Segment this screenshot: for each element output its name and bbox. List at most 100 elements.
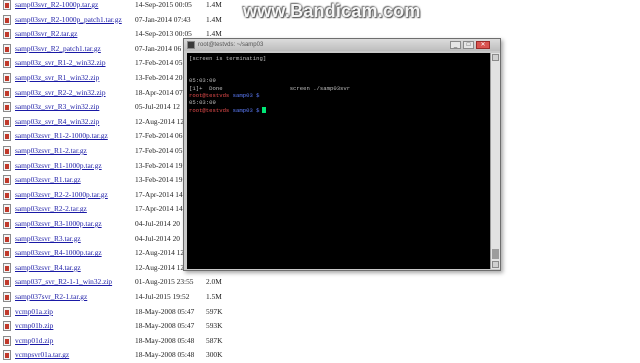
file-link[interactable]: samp03svr_R2-1000p_patch1.tar.gz: [15, 13, 122, 28]
file-link[interactable]: samp03svr_R2.tar.gz: [15, 27, 77, 42]
file-icon: [3, 306, 11, 317]
terminal-prompt: root@testvds samp03 $: [189, 92, 260, 99]
file-link[interactable]: vcmp01b.zip: [15, 319, 53, 334]
prompt-path: samp03 $: [229, 106, 260, 114]
file-size: 1.4M: [206, 0, 222, 9]
close-button[interactable]: ✕: [476, 41, 490, 49]
file-size: 2.0M: [206, 277, 222, 287]
file-icon: [3, 131, 11, 142]
file-size: 593K: [206, 321, 223, 331]
file-icon: [3, 102, 11, 113]
file-date: 12-Aug-2014 12: [135, 262, 185, 272]
file-link[interactable]: vcmp01d.zip: [15, 334, 53, 349]
file-icon: [3, 160, 11, 171]
file-icon: [3, 219, 11, 229]
terminal-prompt: root@testvds samp03 $: [189, 107, 260, 114]
file-link[interactable]: samp037_svr_R2-1-1_win32.zip: [15, 275, 112, 290]
terminal-titlebar[interactable]: root@testvds: ~/samp03 _ □ ✕: [184, 39, 500, 51]
file-link[interactable]: samp03zsvr_R1.tar.gz: [15, 173, 81, 188]
file-link[interactable]: samp03zsvr_R2-2.tar.gz: [15, 202, 87, 217]
file-row: vcmp01a.zip 18-May-2008 05:47 597K: [0, 305, 640, 320]
file-date: 04-Jul-2014 20: [135, 219, 180, 228]
file-icon: [3, 335, 11, 346]
minimize-button[interactable]: _: [450, 41, 461, 49]
file-date: 18-May-2008 05:47: [135, 321, 195, 331]
terminal-line: 05:03:09: [189, 99, 216, 107]
scrollbar-thumb[interactable]: [492, 249, 499, 259]
terminal-screen[interactable]: [screen is terminating] 05:03:09 [1]+ Done…: [187, 53, 490, 269]
file-link[interactable]: samp03zsvr_R3.tar.gz: [15, 232, 81, 247]
file-link[interactable]: samp03zsvr_R1-2.tar.gz: [15, 144, 87, 159]
file-link[interactable]: samp03zsvr_R3-1000p.tar.gz: [15, 217, 102, 232]
file-link[interactable]: samp03z_svr_R1-2_win32.zip: [15, 56, 106, 71]
file-link[interactable]: vcmp01a.zip: [15, 305, 53, 320]
terminal-icon: [187, 41, 195, 49]
file-date: 18-Apr-2014 07: [135, 87, 183, 97]
file-link[interactable]: samp03svr_R2_patch1.tar.gz: [15, 42, 101, 57]
file-date: 18-May-2008 05:48: [135, 335, 195, 345]
file-icon: [3, 204, 11, 215]
file-size: 1.4M: [206, 14, 222, 24]
scroll-down-arrow-icon[interactable]: [492, 261, 499, 268]
file-link[interactable]: samp03zsvr_R4-1000p.tar.gz: [15, 246, 102, 261]
file-date: 18-May-2008 05:47: [135, 306, 195, 316]
scroll-up-arrow-icon[interactable]: [492, 54, 499, 61]
file-icon: [3, 43, 11, 54]
terminal-line: root@testvds samp03 $: [189, 107, 488, 114]
file-link[interactable]: samp03zsvr_R2-2-1000p.tar.gz: [15, 188, 108, 203]
file-icon: [3, 248, 11, 259]
file-icon: [3, 233, 11, 244]
file-icon: [3, 292, 11, 302]
file-icon: [3, 73, 11, 83]
file-size: 300K: [206, 350, 223, 360]
file-row: vcmp01d.zip 18-May-2008 05:48 587K: [0, 334, 640, 349]
file-icon: [3, 350, 11, 361]
prompt-user: root@testvds: [189, 91, 230, 99]
file-icon: [3, 146, 11, 156]
file-link[interactable]: samp03zsvr_R1-2-1000p.tar.gz: [15, 129, 108, 144]
terminal-line: [screen is terminating]: [189, 55, 267, 62]
file-link[interactable]: samp03svr_R2-1000p.tar.gz: [15, 0, 98, 13]
file-link[interactable]: samp03zsvr_R4.tar.gz: [15, 261, 81, 276]
file-row: samp037svr_R2-1.tar.gz 14-Jul-2015 19:52 1…: [0, 290, 640, 305]
file-icon: [3, 175, 11, 186]
file-date: 13-Feb-2014 20: [135, 73, 183, 82]
file-date: 17-Feb-2014 05: [135, 58, 183, 68]
file-link[interactable]: samp03zsvr_R1-1000p.tar.gz: [15, 159, 102, 174]
file-date: 12-Aug-2014 12: [135, 248, 185, 258]
file-link[interactable]: samp03z_svr_R1_win32.zip: [15, 71, 99, 86]
file-icon: [3, 58, 11, 69]
file-date: 14-Sep-2015 00:05: [135, 0, 192, 9]
bandicam-watermark: www.Bandicam.com: [243, 1, 421, 21]
file-date: 13-Feb-2014 19: [135, 160, 183, 170]
prompt-user: root@testvds: [189, 106, 230, 114]
file-date: 05-Jul-2014 12: [135, 102, 180, 112]
file-icon: [3, 14, 11, 25]
file-icon: [3, 321, 11, 332]
file-link[interactable]: samp03z_svr_R3_win32.zip: [15, 100, 99, 115]
file-size: 1.5M: [206, 292, 222, 301]
file-link[interactable]: samp037svr_R2-1.tar.gz: [15, 290, 87, 305]
file-icon: [3, 0, 11, 10]
file-date: 17-Apr-2014 14: [135, 204, 183, 214]
file-size: 587K: [206, 335, 223, 345]
terminal-cursor: [261, 107, 266, 114]
terminal-title: root@testvds: ~/samp03: [198, 42, 264, 48]
file-link[interactable]: samp03z_svr_R2-2_win32.zip: [15, 86, 106, 101]
terminal-line: [1]+ Done screen ./samp03svr: [189, 84, 351, 92]
file-date: 13-Feb-2014 19: [135, 175, 183, 185]
file-size: 597K: [206, 306, 223, 316]
file-date: 04-Jul-2014 20: [135, 233, 180, 243]
terminal-window[interactable]: root@testvds: ~/samp03 _ □ ✕ [screen is …: [183, 38, 501, 271]
file-link[interactable]: vcmpsvr01a.tar.gz: [15, 348, 69, 363]
file-link[interactable]: samp03z_svr_R4_win32.zip: [15, 115, 99, 130]
terminal-line: 05:03:09: [189, 77, 216, 85]
prompt-path: samp03 $: [229, 91, 260, 99]
file-date: 07-Jan-2014 06: [135, 43, 182, 53]
file-icon: [3, 87, 11, 98]
file-date: 18-May-2008 05:48: [135, 350, 195, 360]
maximize-button[interactable]: □: [463, 41, 474, 49]
terminal-scrollbar[interactable]: [490, 53, 500, 269]
file-date: 07-Jan-2014 07:43: [135, 14, 191, 24]
